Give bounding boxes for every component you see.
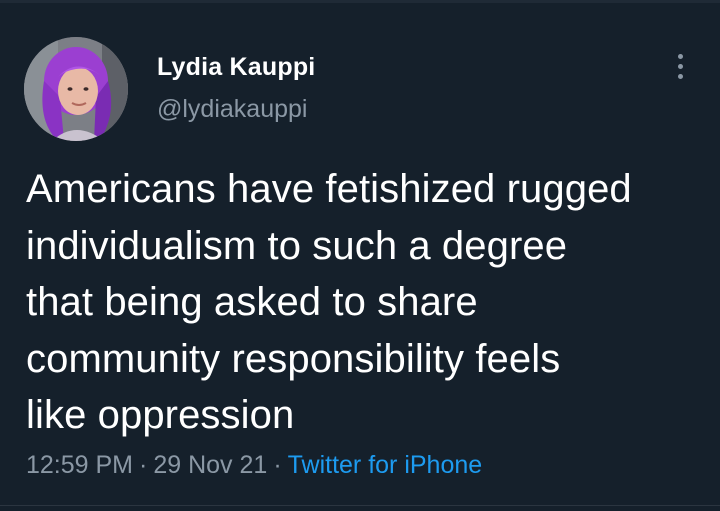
separator-dot: · xyxy=(139,451,148,479)
tweet-card: Lydia Kauppi @lydiakauppi Americans have… xyxy=(0,0,720,511)
author-handle[interactable]: @lydiakauppi xyxy=(157,94,315,124)
tweet-text-line: Americans have fetishized rugged xyxy=(26,167,632,211)
more-vertical-icon xyxy=(677,63,683,69)
separator-dot: · xyxy=(273,451,282,479)
tweet-metadata: 12:59 PM · 29 Nov 21 · Twitter for iPhone xyxy=(26,450,482,480)
tweet-text-line: community responsibility feels xyxy=(26,336,561,381)
more-options-button[interactable] xyxy=(664,48,696,84)
avatar-photo-icon xyxy=(24,37,128,141)
more-vertical-icon xyxy=(677,53,683,59)
author-info: Lydia Kauppi @lydiakauppi xyxy=(157,52,315,124)
tweet-text: Americans have fetishized rugged individ… xyxy=(26,161,706,444)
tweet-text-line: that being asked to share xyxy=(26,280,478,324)
author-display-name[interactable]: Lydia Kauppi xyxy=(157,52,315,82)
avatar[interactable] xyxy=(24,37,128,141)
tweet-text-line: like oppression xyxy=(26,393,295,437)
tweet-text-line: individualism to such a degree xyxy=(26,223,568,268)
tweet-source-link[interactable]: Twitter for iPhone xyxy=(288,451,483,479)
tweet-time[interactable]: 12:59 PM xyxy=(26,451,133,479)
more-vertical-icon xyxy=(677,73,683,79)
bottom-divider xyxy=(0,505,720,506)
tweet-date[interactable]: 29 Nov 21 xyxy=(153,451,267,479)
